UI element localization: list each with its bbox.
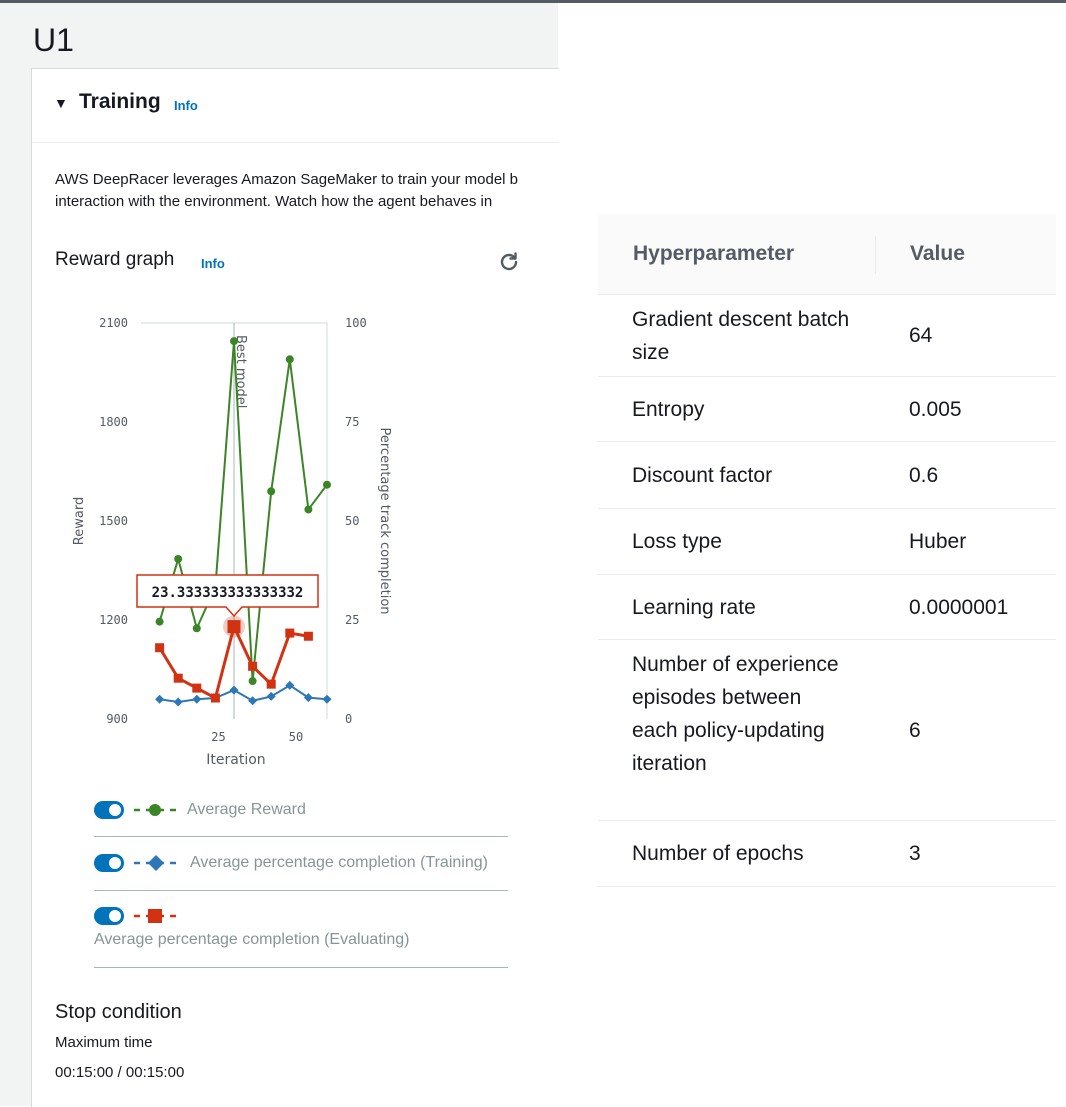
y-tick-label: 1800 <box>99 415 128 429</box>
red-square-marker-icon <box>134 909 180 923</box>
training-completion-toggle[interactable] <box>94 854 124 872</box>
data-point <box>155 694 165 704</box>
data-point <box>267 487 276 496</box>
data-point <box>248 696 258 706</box>
column-header-hyperparameter: Hyperparameter <box>633 242 795 265</box>
data-point <box>173 673 183 683</box>
highlight-point <box>227 620 241 634</box>
table-row: Learning rate 0.0000001 <box>598 575 1056 640</box>
table-row: Entropy 0.005 <box>598 377 1056 442</box>
y2-tick-label: 50 <box>345 514 359 528</box>
data-point <box>155 643 165 653</box>
hyperparameter-table-header: Hyperparameter Value <box>598 214 1056 295</box>
data-point <box>285 355 294 364</box>
y-tick-label: 1500 <box>99 514 128 528</box>
table-row: Loss type Huber <box>598 509 1056 575</box>
average-reward-toggle[interactable] <box>94 801 124 819</box>
hyperparameter-name: Entropy <box>632 398 705 421</box>
hyperparameter-name: Loss type <box>632 530 722 553</box>
legend-label-evaluating-completion: Average percentage completion (Evaluatin… <box>94 931 410 948</box>
y-tick-label: 1200 <box>99 613 128 627</box>
table-row: Gradient descent batch size 64 <box>598 295 1056 377</box>
hyperparameter-name: Discount factor <box>632 464 773 487</box>
data-point <box>323 480 331 489</box>
legend-label-training-completion: Average percentage completion (Training) <box>190 854 488 871</box>
hyperparameter-value: 0.6 <box>909 464 939 487</box>
data-point <box>174 554 183 563</box>
column-header-value: Value <box>910 242 965 265</box>
column-divider <box>875 236 876 274</box>
data-point <box>304 505 313 514</box>
data-point <box>155 617 164 626</box>
hyperparameter-value: 0.0000001 <box>909 596 1009 619</box>
data-point <box>322 694 332 704</box>
y-axis-label: Reward <box>72 497 87 545</box>
data-point <box>210 693 220 703</box>
evaluating-completion-toggle[interactable] <box>94 907 124 925</box>
y-tick-label: 900 <box>106 712 128 726</box>
legend-item-average-reward: Average Reward <box>94 788 508 837</box>
hyperparameter-value: 64 <box>909 324 933 347</box>
data-point <box>173 697 183 707</box>
x-axis-label: Iteration <box>206 752 265 768</box>
y-tick-label: 2100 <box>99 316 128 330</box>
stop-condition-title: Stop condition <box>55 1001 182 1023</box>
hyperparameter-value: 3 <box>909 842 921 865</box>
hyperparameter-name: Number of experience episodes between ea… <box>632 653 839 775</box>
stop-condition-value: 00:15:00 / 00:15:00 <box>55 1064 185 1081</box>
stop-condition-label: Maximum time <box>55 1034 153 1051</box>
data-point <box>248 661 258 671</box>
table-row: Number of experience episodes between ea… <box>598 640 1056 821</box>
x-tick-label: 50 <box>289 730 303 744</box>
hyperparameter-value: 6 <box>909 719 921 742</box>
blue-diamond-marker-icon <box>134 855 180 871</box>
legend-item-training-completion: Average percentage completion (Training) <box>94 837 508 891</box>
legend-label-average-reward: Average Reward <box>187 801 306 818</box>
data-point <box>192 694 202 704</box>
tooltip-value: 23.333333333333332 <box>152 585 304 601</box>
table-row: Discount factor 0.6 <box>598 442 1056 509</box>
green-circle-marker-icon <box>134 804 180 816</box>
y2-tick-label: 0 <box>345 712 352 726</box>
data-point <box>192 624 201 633</box>
series-line <box>159 684 328 703</box>
y2-tick-label: 100 <box>345 316 367 330</box>
training-panel: ▼ Training Info AWS DeepRacer leverages … <box>31 68 559 1107</box>
hyperparameter-name: Learning rate <box>632 596 756 619</box>
hyperparameter-value: 0.005 <box>909 398 962 421</box>
data-point <box>230 337 238 346</box>
hyperparameter-name: Gradient descent batch size <box>632 308 850 364</box>
legend-item-evaluating-completion: Average percentage completion (Evaluatin… <box>94 891 508 968</box>
data-point <box>303 631 313 641</box>
data-point <box>229 685 239 695</box>
hyperparameter-name: Number of epochs <box>632 842 804 865</box>
table-row: Number of epochs 3 <box>598 821 1056 887</box>
hyperparameter-value: Huber <box>909 530 967 553</box>
data-point <box>266 679 276 689</box>
data-point <box>192 683 202 693</box>
y2-axis-label: Percentage track completion <box>377 427 392 614</box>
data-point <box>285 628 295 638</box>
x-tick-label: 25 <box>211 730 225 744</box>
data-point <box>248 677 257 686</box>
y2-tick-label: 25 <box>345 613 359 627</box>
reward-chart: 900 1200 1500 1800 2100 0 25 50 75 100 25 50 Iterati… <box>72 316 392 768</box>
y2-tick-label: 75 <box>345 415 359 429</box>
data-point <box>266 691 276 701</box>
